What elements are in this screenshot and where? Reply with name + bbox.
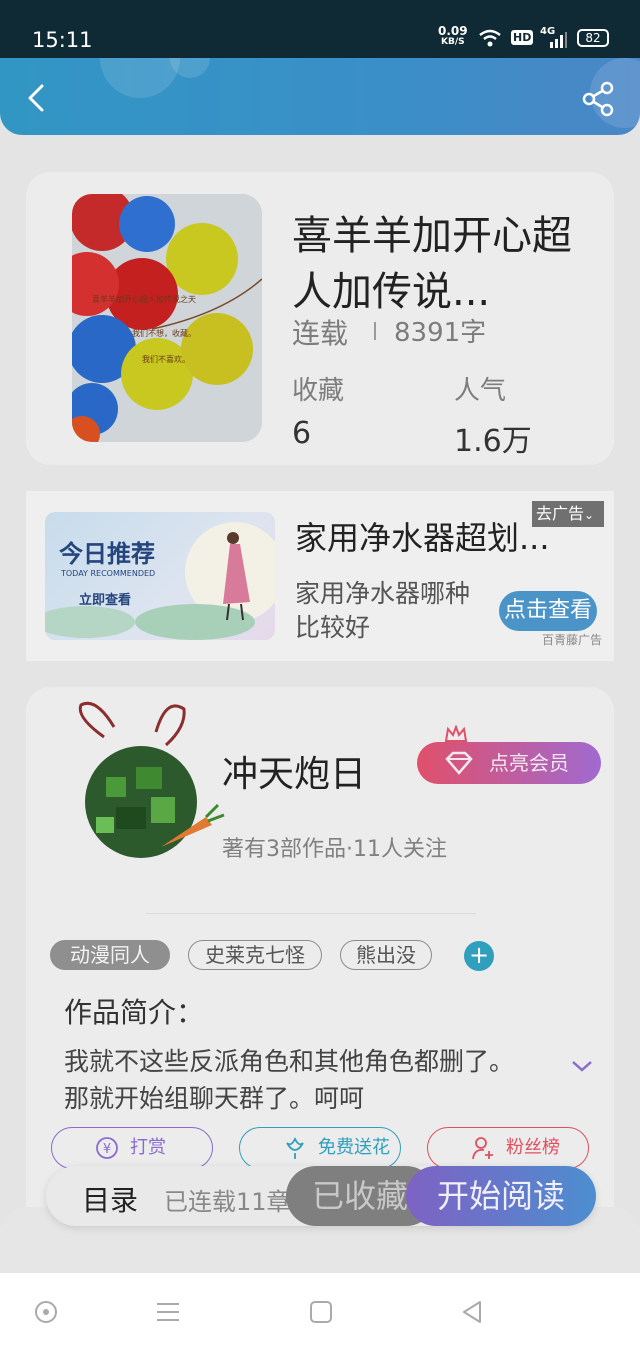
back-arrow-icon[interactable] [20,80,54,116]
author-info: 著有3部作品·11人关注 [222,837,447,862]
yuan-coin-icon: ¥ [96,1137,118,1159]
ad-description: 家用净水器哪种比较好 [295,579,471,642]
bottom-action-bar: 目录 已连载11章 已收藏 开始阅读 [46,1166,596,1226]
balloons-image: 喜羊羊加开心超人加传说之天 我们不想，收藏。 我们不喜欢。 [72,194,262,442]
favorites-value: 6 [292,416,312,451]
add-tag-button[interactable]: + [464,941,494,971]
back-icon[interactable] [460,1300,484,1324]
remove-ad-label: 去广告 [536,504,585,523]
serialized-count[interactable]: 已连载11章 [164,1182,294,1217]
avatar-image [78,701,225,858]
favorites-label: 收藏 [292,376,345,406]
home-icon[interactable] [309,1300,333,1324]
ad-image-title: 今日推荐 [59,540,155,568]
status-bar: 15:11 0.09 KB/S HD 4G 82 [0,0,640,58]
signal-icon [550,32,567,48]
system-nav-bar [0,1273,640,1351]
top-header [0,58,640,135]
popularity-label: 人气 [454,376,507,406]
cover-text-3: 我们不喜欢。 [142,354,190,364]
svg-text:¥: ¥ [103,1142,111,1157]
author-name: 冲天炮日 [222,754,367,795]
tag-shrek-seven[interactable]: 史莱克七怪 [188,940,322,970]
free-flowers-button[interactable]: 免费送花 [239,1127,401,1169]
author-card: 冲天炮日 点亮会员 著有3部作品·11人关注 动漫同人 史莱克七怪 熊出没 + … [26,687,614,1247]
net-speed-value: 0.09 [438,24,468,38]
intro-title: 作品简介： [64,996,205,1029]
start-reading-button[interactable]: 开始阅读 [406,1166,596,1226]
word-count: 8391字 [394,318,487,348]
fan-ranking-button[interactable]: 粉丝榜 [427,1127,589,1169]
hd-badge: HD [511,30,534,45]
share-icon[interactable] [580,80,618,118]
chevron-down-icon: ⌄ [584,508,595,522]
intro-text: 我就不这些反派角色和其他角色都删了。那就开始组聊天群了。呵呵 [64,1047,515,1113]
net-speed: 0.09 KB/S [438,24,468,48]
assistant-icon[interactable] [34,1300,58,1324]
catalog-button[interactable]: 目录 [82,1179,138,1219]
remove-ad-button[interactable]: 去广告⌄ [532,501,604,527]
cover-text-2: 我们不想，收藏。 [132,328,196,338]
net-speed-unit: KB/S [441,37,465,47]
flower-icon [286,1136,304,1159]
ad-illustration: 今日推荐 TODAY RECOMMENDED 立即查看 [45,522,275,640]
ad-image-button: 立即查看 [79,592,131,608]
vip-button-label: 点亮会员 [489,751,569,775]
vip-button[interactable]: 点亮会员 [417,742,601,784]
tag-boonie-bears[interactable]: 熊出没 [340,940,432,970]
battery-indicator: 82 [577,29,609,47]
fan-ranking-label: 粉丝榜 [506,1137,560,1158]
tip-button[interactable]: ¥ 打赏 [51,1127,213,1169]
ad-source: 百青藤广告 [542,633,603,647]
diamond-icon [445,751,473,775]
author-avatar[interactable] [56,697,226,867]
book-status: 连载 [292,317,349,350]
cover-text-1: 喜羊羊加开心超人加传说之天 [92,294,196,304]
status-time: 15:11 [32,28,93,52]
tag-anime[interactable]: 动漫同人 [50,940,170,970]
status-separator [374,322,376,340]
fan-user-icon [472,1137,493,1160]
book-info-card: 喜羊羊加开心超人加传说之天 我们不想，收藏。 我们不喜欢。 喜羊羊加开心超人加传… [26,172,614,465]
menu-icon[interactable] [155,1300,181,1324]
ad-image-subtitle: TODAY RECOMMENDED [60,569,155,578]
book-cover[interactable]: 喜羊羊加开心超人加传说之天 我们不想，收藏。 我们不喜欢。 [72,194,262,442]
tip-label: 打赏 [130,1137,166,1158]
expand-chevron-icon[interactable] [570,1059,594,1073]
ad-banner[interactable]: 今日推荐 TODAY RECOMMENDED 立即查看 家用净水器超划... 家… [26,491,614,661]
book-title: 喜羊羊加开心超人加传说... [292,213,572,315]
free-flowers-label: 免费送花 [318,1137,390,1158]
section-divider [146,913,476,914]
ad-image[interactable]: 今日推荐 TODAY RECOMMENDED 立即查看 [45,512,275,640]
ad-view-button[interactable]: 点击查看 [499,591,597,631]
popularity-value: 1.6万 [454,424,532,459]
wifi-icon [479,29,501,47]
crown-icon [444,725,468,742]
